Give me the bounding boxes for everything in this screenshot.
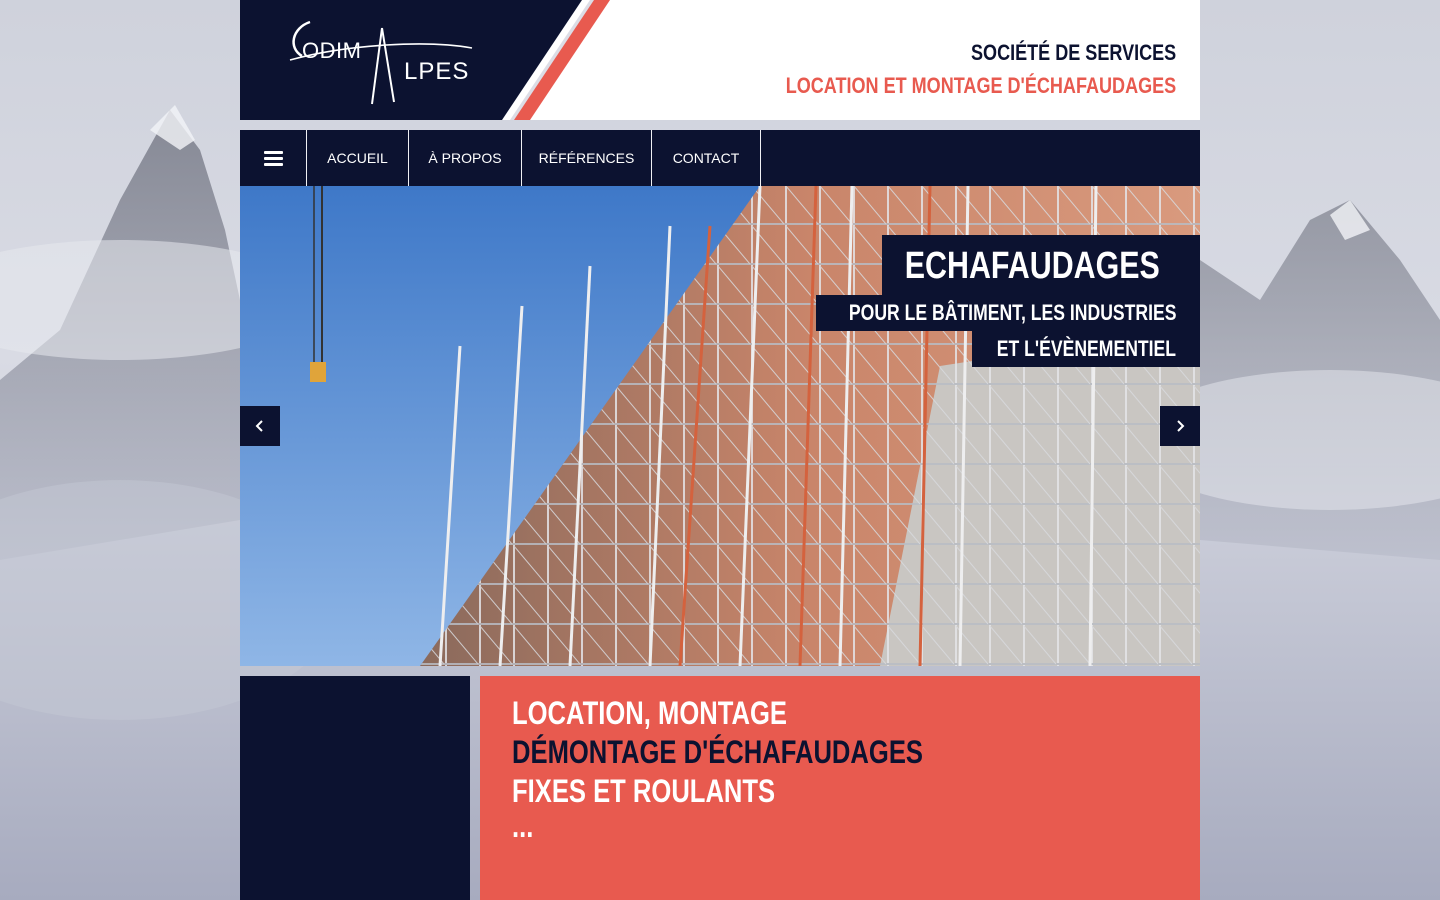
side-panel [240, 676, 470, 900]
slide-caption-line2: ET L'ÉVÈNEMENTIEL [972, 331, 1200, 367]
promo-panel: LOCATION, MONTAGE DÉMONTAGE D'ÉCHAFAUDAG… [480, 676, 1200, 900]
nav-item-references[interactable]: RÉFÉRENCES [522, 130, 652, 186]
hamburger-icon [263, 150, 283, 166]
nav-item-contact[interactable]: CONTACT [652, 130, 761, 186]
slide-caption-title: ECHAFAUDAGES [882, 235, 1200, 297]
tagline-company-type: SOCIÉTÉ DE SERVICES [970, 40, 1176, 65]
logo[interactable]: ODIM LPES [288, 14, 478, 108]
site-header: ODIM LPES SOCIÉTÉ DE SERVICES LOCATION E… [240, 0, 1200, 120]
slider-next-button[interactable] [1160, 406, 1200, 446]
chevron-right-icon [1177, 420, 1185, 432]
menu-toggle-button[interactable] [240, 130, 307, 186]
header-tagline: SOCIÉTÉ DE SERVICES LOCATION ET MONTAGE … [700, 38, 1176, 104]
page-container: ODIM LPES SOCIÉTÉ DE SERVICES LOCATION E… [240, 0, 1200, 900]
nav-item-accueil[interactable]: ACCUEIL [307, 130, 409, 186]
nav-item-a-propos[interactable]: À PROPOS [409, 130, 522, 186]
promo-line-fixes: FIXES ET ROULANTS [512, 773, 776, 809]
logo-text-codim: ODIM [302, 38, 362, 63]
tagline-service: LOCATION ET MONTAGE D'ÉCHAFAUDAGES [785, 73, 1176, 98]
main-navigation: ACCUEIL À PROPOS RÉFÉRENCES CONTACT [240, 130, 1200, 186]
slider-prev-button[interactable] [240, 406, 280, 446]
logo-text-alpes: LPES [404, 58, 470, 85]
chevron-left-icon [255, 420, 263, 432]
hero-slider: ECHAFAUDAGES POUR LE BÂTIMENT, LES INDUS… [240, 186, 1200, 666]
slide-caption-line1: POUR LE BÂTIMENT, LES INDUSTRIES [816, 295, 1200, 331]
promo-ellipsis: ... [512, 808, 534, 844]
promo-line-demontage: DÉMONTAGE D'ÉCHAFAUDAGES [512, 734, 923, 770]
promo-line-location: LOCATION, MONTAGE [512, 695, 787, 731]
